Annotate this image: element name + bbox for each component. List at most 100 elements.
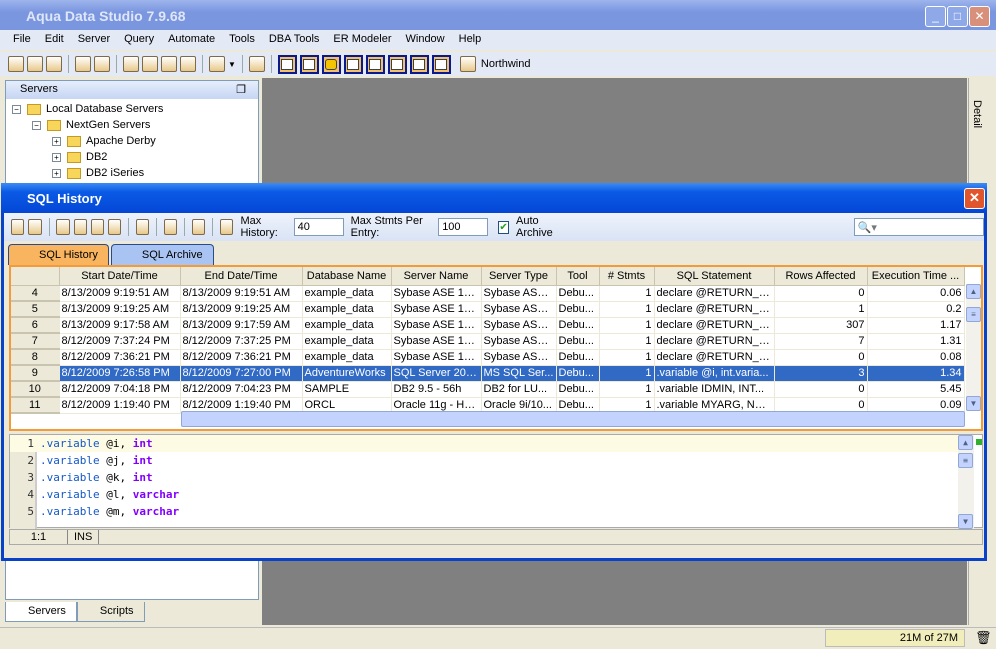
- menu-tools[interactable]: Tools: [222, 30, 262, 50]
- diagram-icon[interactable]: [387, 54, 407, 74]
- history-icon[interactable]: [248, 56, 265, 72]
- form-view-icon[interactable]: [299, 54, 319, 74]
- table-row[interactable]: 7 8/12/2009 7:37:24 PM 8/12/2009 7:37:25 P…: [11, 333, 965, 350]
- table-cell: 8/13/2009 9:19:51 AM: [180, 285, 303, 302]
- trash-icon[interactable]: 🗑: [975, 630, 992, 646]
- editor-scroll-thumb[interactable]: ≡: [958, 453, 973, 468]
- column-header[interactable]: # Stmts: [599, 267, 655, 286]
- column-header[interactable]: Tool: [556, 267, 600, 286]
- delete-server-icon[interactable]: [27, 56, 43, 72]
- expand-icon[interactable]: +: [52, 152, 61, 162]
- column-header[interactable]: Execution Time ...: [867, 267, 965, 286]
- sql-editor[interactable]: 5 .variable @m, varchar 4 .variable @l, var…: [9, 434, 983, 529]
- table-view-icon[interactable]: [277, 54, 297, 74]
- script-icon[interactable]: [209, 56, 225, 72]
- remove-icon[interactable]: [28, 219, 42, 235]
- table-cell: 8/13/2009 9:19:25 AM: [180, 301, 303, 318]
- column-header[interactable]: Rows Affected: [774, 267, 868, 286]
- menu-window[interactable]: Window: [399, 30, 452, 50]
- max-stmts-input[interactable]: [438, 218, 489, 236]
- grid-vertical-scrollbar[interactable]: ▲ ≡ ▼: [966, 284, 981, 411]
- tree-item[interactable]: + Apache Derby: [12, 133, 258, 149]
- column-header[interactable]: Start Date/Time: [59, 267, 181, 286]
- new-server-icon[interactable]: [8, 56, 24, 72]
- menu-query[interactable]: Query: [117, 30, 161, 50]
- archive-icon[interactable]: [220, 219, 234, 235]
- connect-icon[interactable]: [75, 56, 91, 72]
- query-window-icon[interactable]: [123, 56, 139, 72]
- column-header[interactable]: Server Name: [391, 267, 482, 286]
- tree-item[interactable]: − NextGen Servers: [12, 117, 258, 133]
- table-row[interactable]: 5 8/13/2009 9:19:25 AM 8/13/2009 9:19:25 A…: [11, 301, 965, 318]
- menu-help[interactable]: Help: [452, 30, 489, 50]
- column-header[interactable]: Server Type: [481, 267, 557, 286]
- sheet-icon[interactable]: [431, 54, 451, 74]
- dialog-close-button[interactable]: ✕: [964, 188, 985, 209]
- grid-icon[interactable]: [343, 54, 363, 74]
- tree-item[interactable]: + DB2: [12, 149, 258, 165]
- query-window-2-icon[interactable]: [142, 56, 158, 72]
- scroll-thumb[interactable]: ≡: [966, 307, 981, 322]
- tab-sql-archive[interactable]: SQL Archive: [110, 244, 214, 265]
- add-icon[interactable]: [11, 219, 25, 235]
- collapse-icon[interactable]: −: [12, 104, 21, 114]
- table-row[interactable]: 9 8/12/2009 7:26:58 PM 8/12/2009 7:27:00 P…: [11, 365, 965, 382]
- table-row[interactable]: 4 8/13/2009 9:19:51 AM 8/13/2009 9:19:51 A…: [11, 285, 965, 302]
- copy-icon[interactable]: [136, 219, 150, 235]
- editor-scroll-up[interactable]: ▲: [958, 435, 973, 450]
- menu-server[interactable]: Server: [71, 30, 117, 50]
- grid-horizontal-scrollbar[interactable]: [181, 411, 965, 427]
- max-history-input[interactable]: [293, 218, 344, 236]
- minimize-button[interactable]: _: [925, 6, 946, 27]
- search-input[interactable]: 🔍▾: [853, 218, 984, 236]
- export-icon[interactable]: [108, 219, 122, 235]
- query-window-4-icon[interactable]: [180, 56, 196, 72]
- table-row[interactable]: 6 8/13/2009 9:17:58 AM 8/13/2009 9:17:59 A…: [11, 317, 965, 334]
- max-stmts-label: Max Stmts Per Entry:: [350, 215, 423, 239]
- detail-tab[interactable]: Detail: [971, 100, 983, 128]
- column-header[interactable]: End Date/Time: [180, 267, 303, 286]
- menu-file[interactable]: File: [6, 30, 38, 50]
- query-builder-icon[interactable]: [365, 54, 385, 74]
- collapse-icon[interactable]: −: [32, 120, 41, 130]
- open-all-icon[interactable]: [73, 219, 87, 235]
- tab-scripts[interactable]: Scripts: [76, 602, 145, 622]
- dropdown-icon[interactable]: ▼: [228, 60, 236, 69]
- tab-servers[interactable]: Servers: [5, 602, 77, 622]
- expand-icon[interactable]: +: [52, 136, 61, 146]
- print-icon[interactable]: [90, 219, 105, 235]
- scroll-down-button[interactable]: ▼: [966, 396, 981, 411]
- restore-icon[interactable]: ❐: [236, 83, 246, 96]
- menu-automate[interactable]: Automate: [161, 30, 222, 50]
- clear-icon[interactable]: [192, 219, 206, 235]
- maximize-button[interactable]: □: [947, 6, 968, 27]
- table-cell: Debu...: [556, 301, 600, 318]
- editor-scrollbar[interactable]: ▲ ≡ ▼: [958, 435, 974, 529]
- table-cell: 1.34: [867, 365, 965, 382]
- table-row[interactable]: 10 8/12/2009 7:04:18 PM 8/12/2009 7:04:23 …: [11, 381, 965, 398]
- row-number: 6: [11, 317, 60, 334]
- query-window-3-icon[interactable]: [161, 56, 177, 72]
- scroll-up-button[interactable]: ▲: [966, 284, 981, 299]
- column-header[interactable]: Database Name: [302, 267, 392, 286]
- table-row[interactable]: 8 8/12/2009 7:36:21 PM 8/12/2009 7:36:21 P…: [11, 349, 965, 366]
- tab-sql-history[interactable]: SQL History: [8, 244, 109, 265]
- tree-item[interactable]: − Local Database Servers: [12, 101, 258, 117]
- table-cell: Sybase ASE...: [481, 317, 557, 334]
- database-icon[interactable]: [321, 54, 341, 74]
- column-header[interactable]: SQL Statement: [654, 267, 775, 286]
- menu-edit[interactable]: Edit: [38, 30, 71, 50]
- expand-icon[interactable]: +: [52, 168, 61, 178]
- auto-archive-checkbox[interactable]: ✔: [498, 220, 510, 234]
- menu-dba-tools[interactable]: DBA Tools: [262, 30, 327, 50]
- register-icon[interactable]: [46, 56, 62, 72]
- menu-er-modeler[interactable]: ER Modeler: [326, 30, 398, 50]
- connection-name[interactable]: Northwind: [481, 58, 531, 70]
- editor-scroll-down[interactable]: ▼: [958, 514, 973, 529]
- disconnect-icon[interactable]: [94, 56, 110, 72]
- close-button[interactable]: ✕: [969, 6, 990, 27]
- window-icon[interactable]: [164, 219, 178, 235]
- open-icon[interactable]: [56, 219, 70, 235]
- chart-icon[interactable]: [409, 54, 429, 74]
- tree-item[interactable]: + DB2 iSeries: [12, 165, 258, 181]
